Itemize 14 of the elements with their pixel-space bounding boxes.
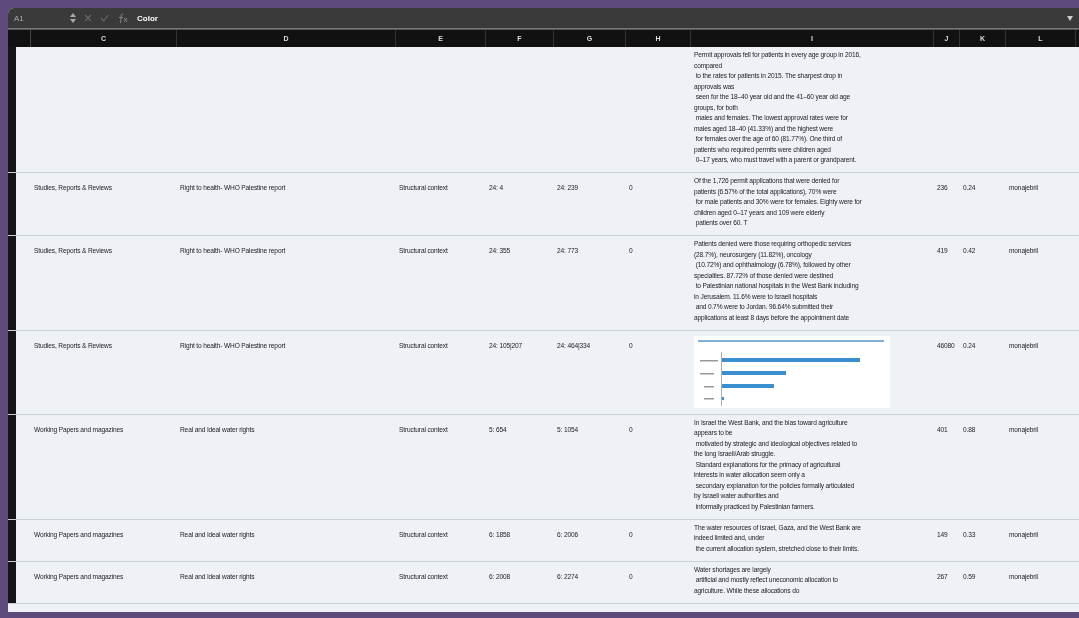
function-icon[interactable] bbox=[117, 12, 129, 24]
chart-axis bbox=[721, 351, 722, 406]
cancel-icon[interactable] bbox=[84, 14, 92, 22]
chart-bar bbox=[722, 383, 774, 388]
dropdown-arrow-icon[interactable] bbox=[1067, 15, 1073, 21]
chart-bar bbox=[722, 370, 786, 375]
formula-text[interactable]: Color bbox=[137, 13, 1059, 23]
row-header[interactable] bbox=[8, 561, 16, 603]
row-header[interactable] bbox=[8, 519, 16, 561]
axis-label-mark bbox=[700, 372, 714, 374]
cell-reference[interactable]: A1 bbox=[14, 13, 62, 23]
axis-label-mark bbox=[700, 359, 718, 361]
checkmark-icon[interactable] bbox=[100, 14, 109, 22]
stepper-icon[interactable] bbox=[70, 13, 76, 23]
